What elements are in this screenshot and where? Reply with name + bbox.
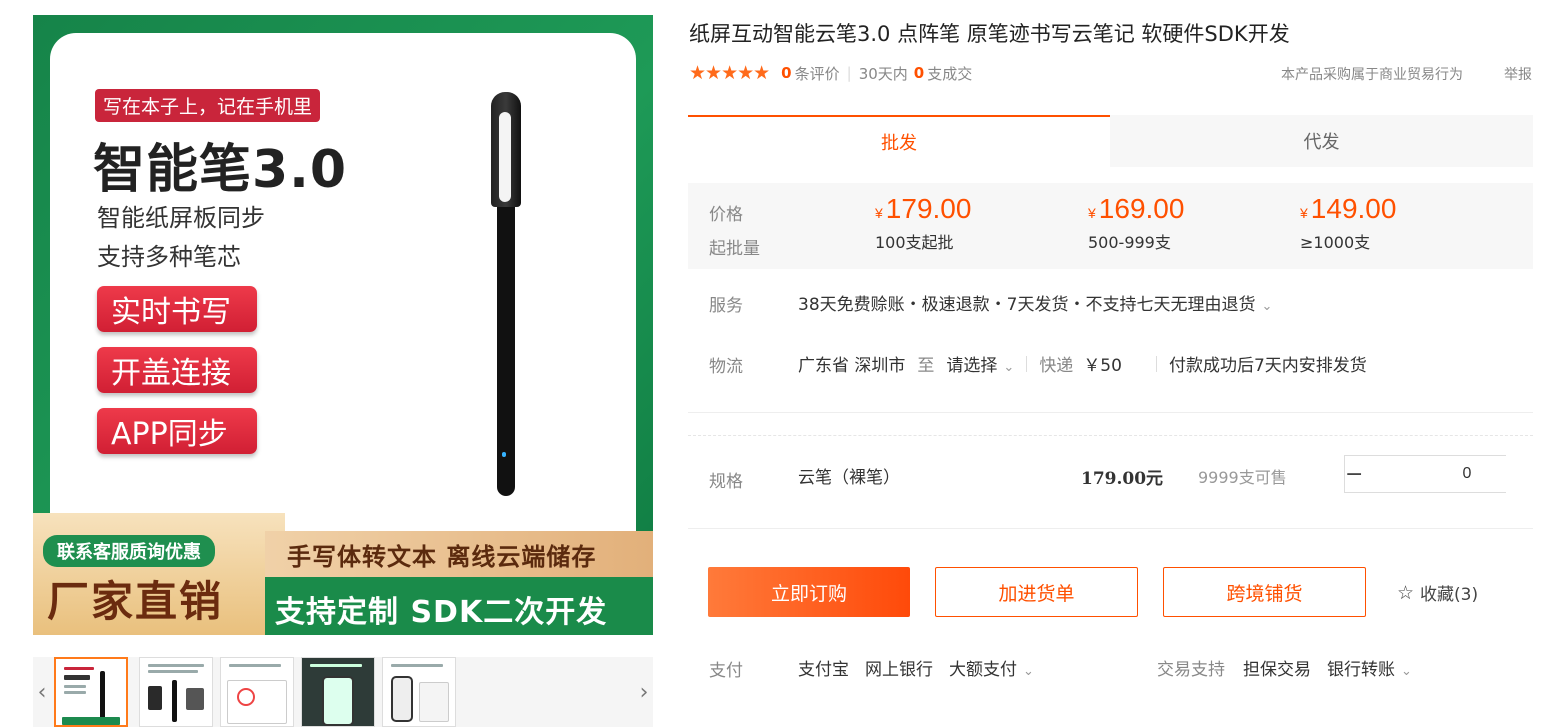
feature-badge-connect: 开盖连接 xyxy=(97,347,257,393)
star-outline-icon: ☆ xyxy=(1397,581,1415,604)
sold-label: 支成交 xyxy=(927,64,973,83)
trade-bank-transfer[interactable]: 银行转账 ⌄ xyxy=(1327,655,1412,680)
ship-origin: 广东省 深圳市 xyxy=(798,356,906,376)
tier-qty: 500-999支 xyxy=(1088,233,1171,252)
feature-badge-app-sync: APP同步 xyxy=(97,408,257,454)
spec-stock: 9999支可售 xyxy=(1198,468,1287,487)
trade-support-label: 交易支持 xyxy=(1157,660,1225,680)
section-divider xyxy=(688,528,1533,529)
destination-select[interactable]: 请选择 ⌄ xyxy=(946,351,1014,376)
divider xyxy=(1155,355,1157,372)
ship-method: 快递 xyxy=(1039,356,1074,376)
currency-symbol: ¥ xyxy=(1300,205,1308,221)
tier-price: 149.00 xyxy=(1310,193,1397,224)
pay-alipay[interactable]: 支付宝 xyxy=(798,655,849,680)
tier-price: 169.00 xyxy=(1098,193,1185,224)
chevron-down-icon: ⌄ xyxy=(1401,664,1412,679)
ship-to-label: 至 xyxy=(917,356,935,376)
image-subline-2: 支持多种笔芯 xyxy=(97,243,241,271)
pay-large-amount[interactable]: 大额支付 ⌄ xyxy=(949,655,1034,680)
chevron-down-icon: ⌄ xyxy=(1023,664,1034,679)
trade-escrow[interactable]: 担保交易 xyxy=(1243,655,1311,680)
spec-name: 云笔（裸笔） xyxy=(798,468,900,488)
favorite-label: 收藏(3) xyxy=(1420,585,1479,605)
chevron-down-icon: ⌄ xyxy=(1003,360,1015,375)
product-title: 纸屏互动智能云笔3.0 点阵笔 原笔迹书写云笔记 软硬件SDK开发 xyxy=(689,22,1290,46)
thumbnail-2[interactable] xyxy=(139,657,213,727)
sold-count: 0 xyxy=(913,64,925,82)
thumbnail-3[interactable] xyxy=(220,657,294,727)
pay-large-amount-label: 大额支付 xyxy=(949,660,1017,680)
spec-price: 179.00元 xyxy=(1081,469,1164,489)
quantity-input[interactable] xyxy=(1363,456,1567,492)
contact-pill: 联系客服质询优惠 xyxy=(43,535,215,567)
purchase-mode-tabs: 批发 代发 xyxy=(688,115,1533,167)
service-text: 38天免费赊账・极速退款・7天发货・不支持七天无理由退货 xyxy=(798,295,1256,315)
section-divider xyxy=(688,435,1533,436)
buy-now-button[interactable]: 立即订购 xyxy=(708,567,910,617)
tier-price: 179.00 xyxy=(885,193,972,224)
image-headline: 智能笔3.0 xyxy=(93,140,348,200)
thumbnail-4[interactable] xyxy=(301,657,375,727)
price-label: 价格 xyxy=(709,205,743,225)
rating-row: ★★★★★ 0 条评价 | 30天内 0 支成交 xyxy=(689,62,972,84)
pay-online-bank[interactable]: 网上银行 xyxy=(865,655,933,680)
trade-bank-transfer-label: 银行转账 xyxy=(1327,660,1395,680)
logistics-label: 物流 xyxy=(709,357,743,377)
thumbnail-strip: ‹ › xyxy=(33,657,653,727)
review-count: 0 xyxy=(781,64,792,82)
tier-qty: ≥1000支 xyxy=(1300,233,1371,252)
payment-methods: 支付宝 网上银行 大额支付 ⌄ xyxy=(798,655,1050,680)
image-subline-1: 智能纸屏板同步 xyxy=(97,204,265,232)
product-main-image: 写在本子上，记在手机里 智能笔3.0 智能纸屏板同步 支持多种笔芯 实时书写 开… xyxy=(33,15,653,635)
period-label: 30天内 xyxy=(858,64,908,83)
chevron-down-icon: ⌄ xyxy=(1261,299,1273,314)
price-tier-2: ¥169.00 500-999支 xyxy=(1088,193,1184,253)
destination-value: 请选择 xyxy=(946,356,998,376)
report-link[interactable]: 举报 xyxy=(1504,64,1532,84)
image-tagline: 写在本子上，记在手机里 xyxy=(95,89,321,122)
favorite-button[interactable]: ☆ 收藏(3) xyxy=(1397,580,1479,606)
currency-symbol: ¥ xyxy=(1088,205,1096,221)
spec-label: 规格 xyxy=(709,472,743,492)
payment-label: 支付 xyxy=(709,661,743,681)
divider xyxy=(1026,355,1028,372)
logistics-row: 广东省 深圳市 至 请选择 ⌄ 快递 ￥50 付款成功后7天内安排发货 xyxy=(798,351,1367,376)
section-divider xyxy=(688,412,1533,413)
minus-button[interactable]: − xyxy=(1345,456,1363,492)
trade-note: 本产品采购属于商业贸易行为 xyxy=(1281,67,1463,83)
strip-text-2: 支持定制 SDK二次开发 xyxy=(275,595,608,630)
factory-direct-text: 厂家直销 xyxy=(47,577,224,626)
thumbnail-5[interactable] xyxy=(382,657,456,727)
trade-support: 交易支持 担保交易 银行转账 ⌄ xyxy=(1157,655,1428,680)
strip-text-1: 手写体转文本 离线云端储存 xyxy=(287,543,597,571)
price-tier-1: ¥179.00 100支起批 xyxy=(875,193,971,253)
price-tier-3: ¥149.00 ≥1000支 xyxy=(1300,193,1396,253)
price-box: 价格 起批量 ¥179.00 100支起批 ¥169.00 500-999支 ¥… xyxy=(688,183,1533,269)
service-label: 服务 xyxy=(709,296,743,316)
tab-dropship[interactable]: 代发 xyxy=(1110,115,1533,167)
cross-border-button[interactable]: 跨境铺货 xyxy=(1163,567,1366,617)
quantity-stepper: − + xyxy=(1344,455,1567,493)
image-bottom-strip: 联系客服质询优惠 厂家直销 手写体转文本 离线云端储存 支持定制 SDK二次开发 xyxy=(33,513,653,635)
moq-label: 起批量 xyxy=(709,239,760,259)
thumb-prev-icon[interactable]: ‹ xyxy=(33,657,51,727)
tab-wholesale[interactable]: 批发 xyxy=(688,115,1110,167)
service-dropdown[interactable]: 38天免费赊账・极速退款・7天发货・不支持七天无理由退货 ⌄ xyxy=(798,290,1272,315)
review-label[interactable]: 条评价 xyxy=(795,63,840,84)
thumb-next-icon[interactable]: › xyxy=(635,657,653,727)
currency-symbol: ¥ xyxy=(875,205,883,221)
smart-pen-illustration xyxy=(491,92,521,496)
rating-divider: | xyxy=(846,64,852,82)
ship-fee: ￥50 xyxy=(1083,356,1122,376)
thumbnail-1[interactable] xyxy=(54,657,128,727)
add-to-cart-button[interactable]: 加进货单 xyxy=(935,567,1138,617)
tier-qty: 100支起批 xyxy=(875,233,954,252)
star-rating-icon: ★★★★★ xyxy=(689,62,770,84)
ship-note: 付款成功后7天内安排发货 xyxy=(1168,356,1367,376)
feature-badge-realtime: 实时书写 xyxy=(97,286,257,332)
